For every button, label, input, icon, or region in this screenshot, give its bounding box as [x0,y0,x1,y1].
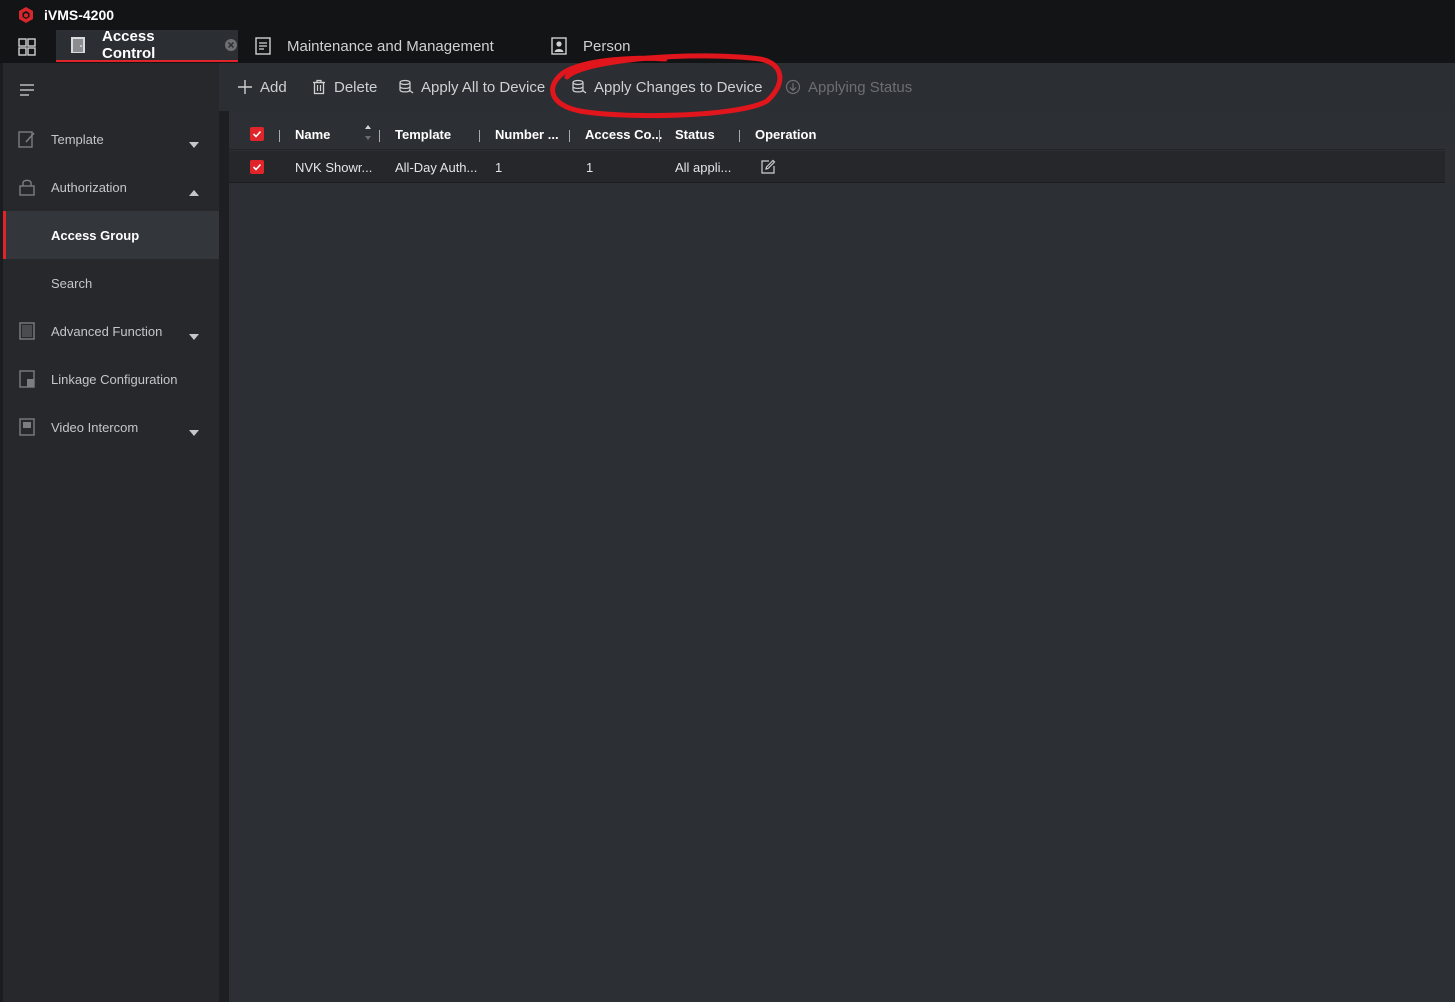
sidebar-item-label: Video Intercom [51,419,139,435]
linkage-icon [18,370,36,388]
chevron-up-icon [189,184,199,196]
apply-all-to-device-button[interactable]: Apply All to Device [398,75,545,99]
sidebar-item-video-intercom[interactable]: Video Intercom [3,403,219,451]
sidebar-item-label: Access Group [51,227,140,243]
download-circle-icon [785,79,801,95]
module-grid-icon[interactable] [18,38,36,56]
cell-template: All-Day Auth... [395,159,478,175]
column-separator [479,130,480,142]
sort-icon[interactable] [364,122,372,144]
row-checkbox[interactable] [250,151,264,183]
chevron-down-icon [189,424,199,436]
edit-icon[interactable] [760,151,776,183]
column-header-number[interactable]: Number ... [495,118,559,150]
column-header-name[interactable]: Name [295,118,330,150]
column-header-operation[interactable]: Operation [755,118,816,150]
video-intercom-icon [18,418,36,436]
applying-status-label: Applying Status [808,78,913,96]
sidebar-item-template[interactable]: Template [3,115,219,163]
cell-name: NVK Showr... [295,159,373,175]
sidebar-item-linkage-configuration[interactable]: Linkage Configuration [3,355,219,403]
apply-changes-icon [571,79,587,95]
add-label: Add [260,78,287,96]
sidebar-item-label: Template [51,131,104,147]
column-separator [279,130,280,142]
access-group-table-panel: Name Template Number ... Access Co... St… [229,111,1455,1002]
checkbox-checked-icon [250,127,264,141]
sidebar-item-search[interactable]: Search [3,259,219,307]
main-panel: Add Delete Apply All to Device Apply Cha… [219,63,1455,1002]
select-all-checkbox[interactable] [250,118,264,150]
column-separator [739,130,740,142]
checkbox-checked-icon [250,160,264,174]
table-header: Name Template Number ... Access Co... St… [229,118,1445,150]
tab-access-control[interactable]: Access Control [56,28,238,62]
module-tab-bar: Access Control Maintenance and Managemen… [0,28,1455,63]
sidebar-item-authorization[interactable]: Authorization [3,163,219,211]
advanced-function-icon [18,322,36,340]
hikvision-logo-icon [17,6,35,24]
lock-icon [18,178,36,196]
column-separator [379,130,380,142]
menu-toggle-icon[interactable] [19,83,35,97]
tab-label: Maintenance and Management [287,37,494,55]
tab-maintenance-and-management[interactable]: Maintenance and Management [255,30,494,62]
title-bar: iVMS-4200 [0,0,1455,30]
template-icon [18,130,36,148]
sidebar-item-label: Search [51,275,93,291]
toolbar: Add Delete Apply All to Device Apply Cha… [219,63,1455,111]
apply-all-icon [398,79,414,95]
delete-button[interactable]: Delete [311,75,377,99]
column-separator [569,130,570,142]
column-header-status[interactable]: Status [675,118,715,150]
tab-label: Access Control [102,28,156,62]
maintenance-icon [255,37,271,55]
app-title: iVMS-4200 [44,7,115,23]
apply-changes-label: Apply Changes to Device [594,78,763,96]
cell-number: 1 [495,159,503,175]
chevron-down-icon [189,328,199,340]
apply-changes-to-device-button[interactable]: Apply Changes to Device [571,75,762,99]
close-tab-icon[interactable] [224,38,238,52]
sidebar-item-access-group[interactable]: Access Group [3,211,219,259]
door-icon [70,36,86,54]
delete-label: Delete [334,78,378,96]
trash-icon [311,79,327,95]
sidebar-item-label: Linkage Configuration [51,371,178,387]
column-header-template[interactable]: Template [395,118,451,150]
sidebar: Template Authorization Access Group Sear… [3,63,219,1002]
tab-label: Person [583,37,631,55]
apply-all-label: Apply All to Device [421,78,546,96]
cell-access-controller: 1 [586,159,594,175]
plus-icon [237,79,253,95]
add-button[interactable]: Add [237,75,287,99]
sidebar-item-label: Authorization [51,179,127,195]
sidebar-item-advanced-function[interactable]: Advanced Function [3,307,219,355]
cell-status: All appli... [675,159,732,175]
sidebar-item-label: Advanced Function [51,323,163,339]
chevron-down-icon [189,136,199,148]
table-row[interactable]: NVK Showr... All-Day Auth... 1 1 All app… [229,151,1445,183]
person-icon [551,37,567,55]
applying-status-button[interactable]: Applying Status [785,75,912,99]
tab-person[interactable]: Person [551,30,631,62]
column-separator [659,130,660,142]
column-header-access-controller[interactable]: Access Co... [585,118,662,150]
